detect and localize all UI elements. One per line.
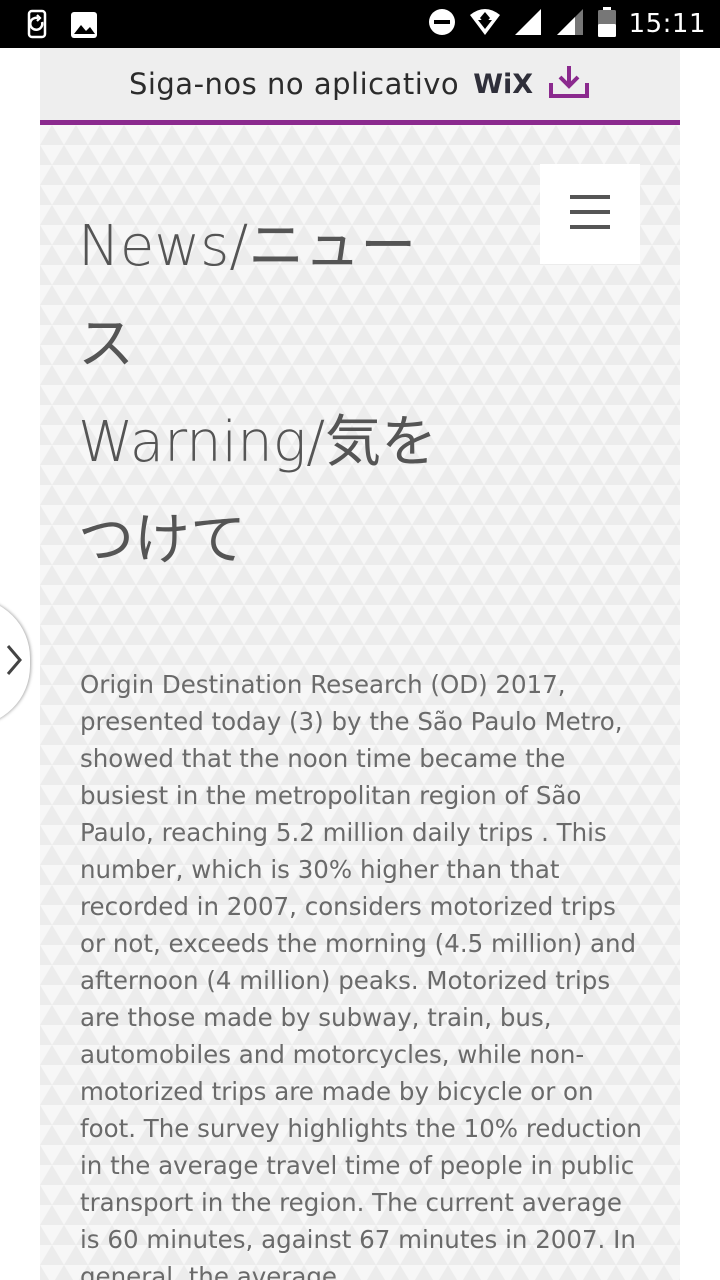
menu-button[interactable] — [540, 164, 640, 264]
download-icon[interactable] — [547, 63, 591, 105]
title-line: つけて — [78, 508, 246, 573]
wix-logo: WiX — [473, 68, 534, 100]
wix-banner-text: Siga-nos no aplicativo — [128, 67, 460, 101]
screen-rotate-icon — [22, 8, 54, 44]
wix-app-banner[interactable]: Siga-nos no aplicativo WiX — [40, 48, 680, 125]
hamburger-menu-icon — [568, 192, 612, 236]
status-time: 15:11 — [628, 9, 706, 39]
wifi-icon — [469, 7, 501, 41]
article-body: Origin Destination Research (OD) 2017, p… — [80, 670, 642, 1280]
side-nav-tab[interactable] — [0, 598, 30, 726]
page-title: News/ニュー ス Warning/気を つけて — [78, 198, 498, 590]
title-line: ス — [78, 312, 134, 377]
status-bar: 15:11 — [0, 0, 720, 48]
do-not-disturb-icon — [427, 7, 457, 41]
chevron-right-icon — [4, 642, 24, 682]
image-icon — [70, 8, 98, 44]
title-line: News/ニュー — [78, 214, 417, 279]
status-icons: 15:11 — [427, 0, 706, 48]
battery-icon — [597, 6, 617, 42]
cell-signal-icon — [513, 7, 543, 41]
phone-screen: 15:11 Siga-nos no aplicativo WiX News/ニュ… — [0, 0, 720, 1280]
cell-signal-2-icon — [555, 7, 585, 41]
title-line: Warning/気を — [78, 410, 438, 475]
web-page: Siga-nos no aplicativo WiX News/ニュー ス Wa… — [40, 48, 680, 1280]
